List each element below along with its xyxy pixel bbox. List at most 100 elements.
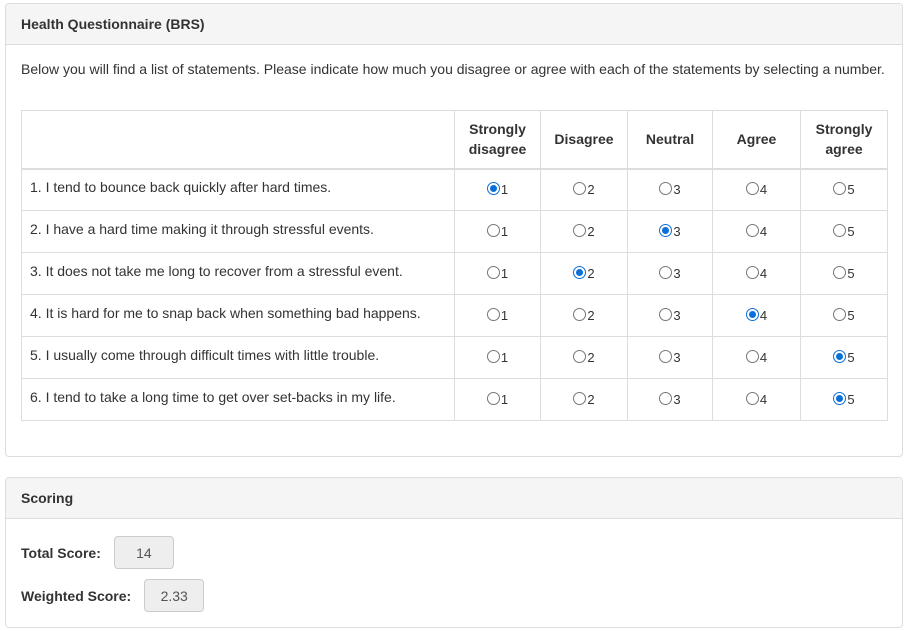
radio-option-1-4[interactable]: 4 <box>745 181 767 197</box>
radio-option-2-3[interactable]: 3 <box>659 223 681 239</box>
radio-option-4-3[interactable]: 3 <box>659 307 681 323</box>
radio-button[interactable] <box>833 182 847 196</box>
radio-button[interactable] <box>659 392 673 405</box>
radio-option-4-2[interactable]: 2 <box>573 307 595 323</box>
total-score-row: Total Score: 14 <box>21 536 174 569</box>
radio-button[interactable] <box>833 224 847 237</box>
radio-option-4-1[interactable]: 1 <box>486 307 508 323</box>
radio-button[interactable] <box>659 350 673 363</box>
radio-option-5-4[interactable]: 4 <box>745 349 767 365</box>
radio-option-5-1[interactable]: 1 <box>486 349 509 365</box>
radio-option-5-3[interactable]: 3 <box>659 349 681 365</box>
option-cell: 5 <box>800 252 888 295</box>
option-cell: 4 <box>712 378 801 421</box>
option-number: 2 <box>587 350 595 365</box>
radio-option-1-5[interactable]: 5 <box>833 181 855 197</box>
radio-button[interactable] <box>659 308 673 321</box>
statement-text: 4. It is hard for me to snap back when s… <box>21 294 455 337</box>
radio-option-2-2[interactable]: 2 <box>573 223 595 239</box>
radio-button[interactable] <box>745 266 759 279</box>
radio-button[interactable] <box>573 224 587 237</box>
statement-text: 2. I have a hard time making it through … <box>21 210 455 253</box>
radio-button[interactable] <box>573 308 587 321</box>
radio-option-5-2[interactable]: 2 <box>573 349 595 365</box>
option-cell: 5 <box>800 210 888 253</box>
radio-option-3-5[interactable]: 5 <box>833 265 855 281</box>
total-score-label: Total Score: <box>21 544 101 561</box>
radio-option-1-2[interactable]: 2 <box>573 181 595 198</box>
radio-option-6-3[interactable]: 3 <box>659 391 681 407</box>
radio-button[interactable] <box>745 224 759 237</box>
radio-button-checked[interactable] <box>573 266 587 279</box>
radio-button-checked[interactable] <box>833 350 847 363</box>
option-number: 1 <box>500 350 509 365</box>
option-number: 1 <box>500 266 509 281</box>
radio-option-3-3[interactable]: 3 <box>659 265 681 281</box>
radio-button[interactable] <box>573 182 587 196</box>
option-cell: 2 <box>540 252 628 295</box>
option-number: 3 <box>673 182 681 198</box>
option-number: 5 <box>847 266 855 281</box>
radio-option-2-5[interactable]: 5 <box>833 223 855 239</box>
radio-button[interactable] <box>745 350 759 363</box>
option-cell: 2 <box>540 210 628 253</box>
option-cell: 4 <box>712 168 801 211</box>
radio-option-1-1[interactable]: 1 <box>486 181 508 197</box>
radio-button[interactable] <box>833 266 847 279</box>
radio-option-3-1[interactable]: 1 <box>486 265 509 281</box>
column-header-agree: Agree <box>712 110 801 170</box>
radio-button[interactable] <box>833 308 847 321</box>
radio-button-checked[interactable] <box>659 224 673 237</box>
instructions-text: Below you will find a list of statements… <box>21 61 885 77</box>
table-row: 3. It does not take me long to recover f… <box>21 252 888 295</box>
option-cell: 5 <box>800 336 888 379</box>
weighted-score-field[interactable]: 2.33 <box>144 579 205 612</box>
option-number: 1 <box>500 224 509 239</box>
radio-button[interactable] <box>486 392 500 405</box>
option-cell: 4 <box>712 210 801 253</box>
radio-button[interactable] <box>486 308 500 321</box>
radio-option-2-4[interactable]: 4 <box>745 223 768 239</box>
radio-button[interactable] <box>659 182 673 196</box>
radio-option-6-2[interactable]: 2 <box>573 391 595 407</box>
statement-column-header <box>21 110 455 170</box>
option-number: 1 <box>500 392 509 407</box>
radio-option-4-5[interactable]: 5 <box>833 307 855 323</box>
weighted-score-row: Weighted Score: 2.33 <box>21 579 205 612</box>
radio-button[interactable] <box>486 224 500 237</box>
option-number: 2 <box>587 392 595 407</box>
option-number: 3 <box>673 392 681 407</box>
option-number: 4 <box>759 308 768 323</box>
option-number: 2 <box>587 182 595 198</box>
total-score-field[interactable]: 14 <box>113 536 174 569</box>
radio-option-2-1[interactable]: 1 <box>486 223 509 239</box>
option-number: 4 <box>759 224 768 239</box>
radio-button[interactable] <box>573 392 587 405</box>
table-header-row: Strongly disagree Disagree Neutral Agree… <box>21 110 888 170</box>
table-row: 4. It is hard for me to snap back when s… <box>21 294 888 337</box>
radio-button-checked[interactable] <box>486 182 500 196</box>
option-cell: 1 <box>454 252 541 295</box>
radio-option-5-5[interactable]: 5 <box>833 349 855 365</box>
radio-button[interactable] <box>486 266 500 279</box>
radio-option-3-4[interactable]: 4 <box>745 265 768 281</box>
radio-option-6-1[interactable]: 1 <box>486 391 509 407</box>
radio-button[interactable] <box>486 350 500 363</box>
radio-option-6-5[interactable]: 5 <box>833 391 855 407</box>
radio-option-4-4[interactable]: 4 <box>745 307 768 323</box>
option-number: 3 <box>673 308 681 323</box>
option-number: 4 <box>759 392 768 407</box>
radio-button[interactable] <box>745 392 759 405</box>
option-cell: 3 <box>627 168 713 211</box>
radio-option-3-2[interactable]: 2 <box>573 265 595 281</box>
radio-option-6-4[interactable]: 4 <box>745 391 768 407</box>
option-number: 3 <box>673 350 681 365</box>
radio-button[interactable] <box>573 350 587 363</box>
radio-option-1-3[interactable]: 3 <box>659 181 681 198</box>
radio-button-checked[interactable] <box>833 392 847 405</box>
column-header-strongly-agree: Strongly agree <box>800 110 888 170</box>
radio-button-checked[interactable] <box>745 308 759 321</box>
option-number: 4 <box>759 266 768 281</box>
radio-button[interactable] <box>745 182 759 196</box>
radio-button[interactable] <box>659 266 673 279</box>
